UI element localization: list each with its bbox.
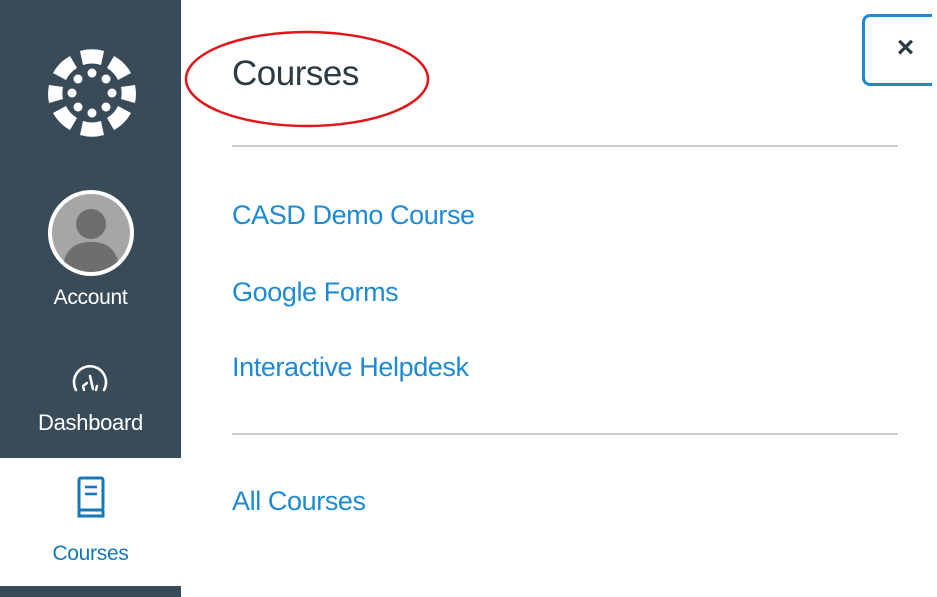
- course-link-interactive-helpdesk[interactable]: Interactive Helpdesk: [232, 352, 469, 383]
- nav-item-account[interactable]: Account: [0, 190, 181, 325]
- course-link-google-forms[interactable]: Google Forms: [232, 277, 399, 308]
- divider: [232, 433, 898, 435]
- tray-title: Courses: [232, 54, 359, 93]
- canvas-logo-icon[interactable]: [44, 45, 140, 141]
- dashboard-gauge-icon: [70, 360, 110, 394]
- close-button[interactable]: ×: [862, 14, 932, 86]
- divider: [232, 145, 898, 147]
- course-link-casd-demo[interactable]: CASD Demo Course: [232, 200, 475, 231]
- nav-dashboard-label: Dashboard: [38, 410, 143, 435]
- all-courses-link[interactable]: All Courses: [232, 486, 366, 517]
- nav-bottom-strip: [0, 586, 181, 597]
- nav-item-courses[interactable]: Courses: [0, 458, 181, 586]
- nav-account-label: Account: [53, 286, 128, 309]
- nav-courses-label: Courses: [52, 542, 129, 565]
- user-avatar-icon: [48, 190, 134, 276]
- nav-item-dashboard[interactable]: Dashboard: [0, 352, 181, 456]
- global-navigation: Account Dashboard Courses: [0, 0, 181, 597]
- courses-book-icon: [76, 476, 106, 520]
